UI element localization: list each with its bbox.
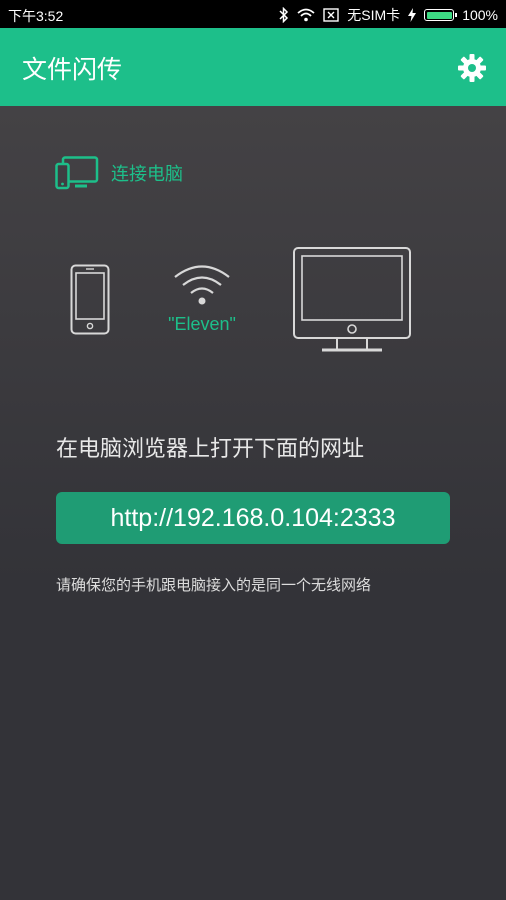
sim-icon — [323, 8, 339, 22]
instruction-text: 在电脑浏览器上打开下面的网址 — [56, 437, 365, 462]
wifi-signal-icon — [174, 265, 230, 305]
main-content: 连接电脑 "Eleven" 在电脑浏览器上打开下面的网址 http://192.… — [0, 106, 506, 900]
wifi-icon — [297, 8, 315, 22]
battery-icon — [424, 9, 458, 21]
computer-phone-icon — [55, 156, 99, 190]
gear-icon[interactable] — [456, 52, 488, 84]
network-note: 请确保您的手机跟电脑接入的是同一个无线网络 — [56, 576, 372, 594]
url-button[interactable]: http://192.168.0.104:2333 — [56, 492, 450, 544]
bluetooth-icon — [279, 7, 289, 23]
battery-percent: 100% — [462, 7, 498, 23]
monitor-icon — [293, 247, 411, 352]
status-time: 下午3:52 — [8, 8, 64, 24]
connect-computer-label: 连接电脑 — [111, 164, 183, 185]
app-bar: 文件闪传 — [0, 28, 506, 106]
connect-computer-header: 连接电脑 — [55, 156, 183, 190]
phone-icon — [70, 264, 110, 335]
status-icons: 无SIM卡 100% — [279, 5, 498, 25]
charging-icon — [408, 8, 417, 22]
sim-status: 无SIM卡 — [347, 7, 401, 23]
status-bar: 下午3:52 无SIM卡 100% — [0, 0, 506, 28]
wifi-network-name: "Eleven" — [168, 314, 236, 334]
app-title: 文件闪传 — [22, 55, 123, 84]
connection-illustration: "Eleven" — [0, 246, 506, 366]
